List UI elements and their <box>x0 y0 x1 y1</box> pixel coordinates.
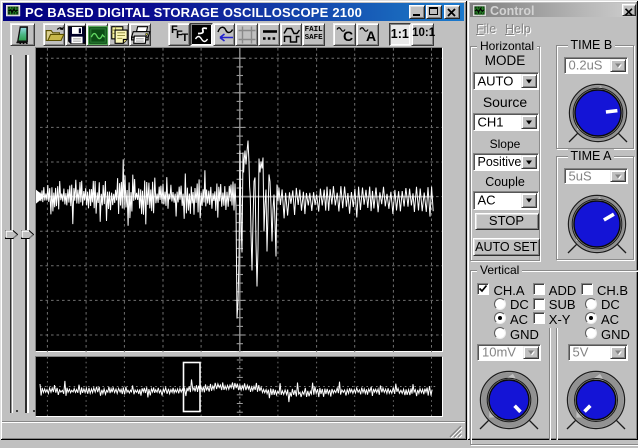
svg-text:A: A <box>366 28 376 44</box>
svg-text:C: C <box>343 28 353 44</box>
